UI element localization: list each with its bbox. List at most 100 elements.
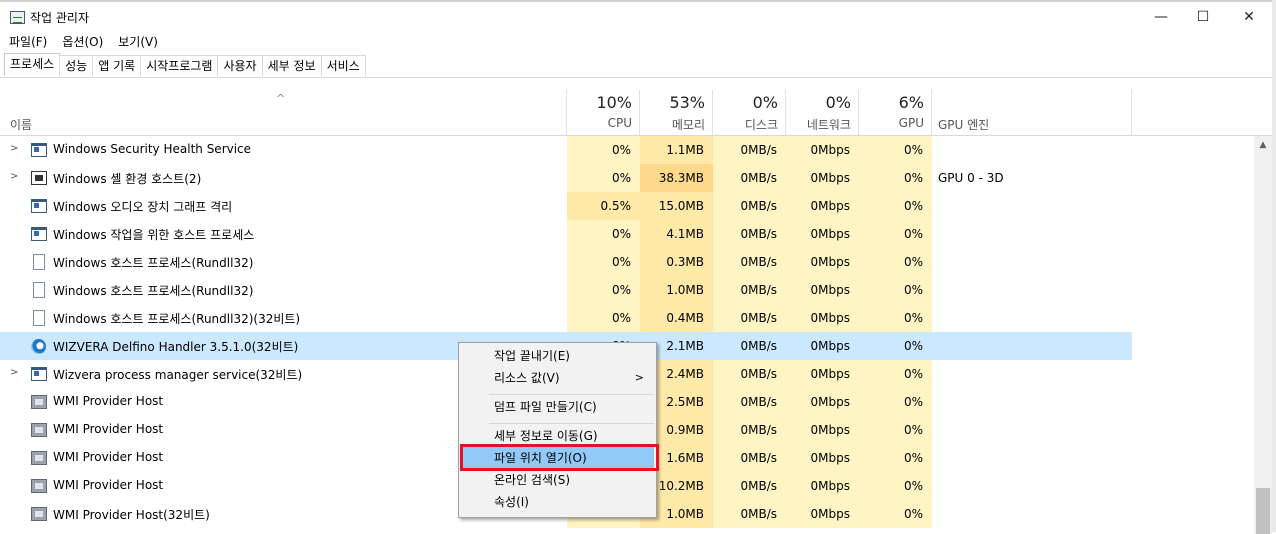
disk-total: 0% — [752, 93, 778, 112]
menu-search-online[interactable]: 온라인 검색(S) — [461, 469, 654, 491]
process-name: Windows Security Health Service — [53, 142, 252, 156]
gpu-cell: 0% — [859, 136, 932, 164]
close-button[interactable]: ✕ — [1226, 2, 1272, 32]
memory-cell: 38.3MB — [640, 164, 713, 192]
gpu-cell: 0% — [859, 304, 932, 332]
maximize-button[interactable]: ☐ — [1180, 2, 1226, 32]
menu-resource-values[interactable]: 리소스 값(V) > — [461, 367, 654, 389]
menu-separator — [489, 423, 654, 424]
column-memory[interactable]: 53% 메모리 — [639, 90, 713, 135]
disk-cell: 0MB/s — [713, 276, 786, 304]
gpu-cell: 0% — [859, 192, 932, 220]
menu-item-label: 작업 끝내기(E) — [494, 349, 570, 363]
expand-chevron-icon[interactable]: > — [10, 171, 18, 182]
network-cell: 0Mbps — [786, 500, 859, 528]
menu-create-dump-file[interactable]: 덤프 파일 만들기(C) — [461, 396, 654, 418]
menu-separator — [489, 394, 654, 395]
table-row[interactable]: Windows 호스트 프로세스(Rundll32) 0% 1.0MB 0MB/… — [0, 276, 1254, 304]
network-cell: 0Mbps — [786, 136, 859, 164]
submenu-arrow-icon: > — [634, 371, 644, 384]
document-icon — [33, 254, 45, 270]
scroll-up-arrow-icon[interactable]: ▲ — [1254, 136, 1272, 154]
menu-view[interactable]: 보기(V) — [109, 32, 164, 52]
memory-cell: 0.4MB — [640, 304, 713, 332]
cpu-cell: 0.5% — [567, 192, 640, 220]
network-cell: 0Mbps — [786, 192, 859, 220]
disk-cell: 0MB/s — [740, 339, 777, 353]
menu-file[interactable]: 파일(F) — [0, 32, 53, 52]
menu-item-label: 리소스 값(V) — [494, 371, 560, 385]
menu-properties[interactable]: 속성(I) — [461, 491, 654, 513]
column-gpu-engine[interactable]: GPU 엔진 — [938, 116, 989, 133]
table-row[interactable]: Windows 작업을 위한 호스트 프로세스 0% 4.1MB 0MB/s 0… — [0, 220, 1254, 248]
disk-cell: 0MB/s — [713, 304, 786, 332]
network-cell: 0Mbps — [786, 276, 859, 304]
column-gpu[interactable]: 6% GPU — [858, 90, 932, 135]
title-bar[interactable]: 작업 관리자 — ☐ ✕ — [0, 2, 1272, 32]
column-disk[interactable]: 0% 디스크 — [712, 90, 786, 135]
tab-divider — [0, 77, 1272, 78]
document-icon — [33, 282, 45, 298]
tab-users[interactable]: 사용자 — [217, 55, 263, 76]
tab-app-history[interactable]: 앱 기록 — [92, 55, 142, 76]
scroll-thumb[interactable] — [1256, 488, 1270, 534]
tab-details[interactable]: 세부 정보 — [261, 55, 322, 76]
network-cell: 0Mbps — [786, 164, 859, 192]
column-network[interactable]: 0% 네트워크 — [785, 90, 859, 135]
column-cpu[interactable]: 10% CPU — [566, 90, 640, 135]
process-name: Windows 셸 환경 호스트(2) — [53, 172, 202, 186]
expand-chevron-icon[interactable]: > — [10, 367, 18, 378]
task-manager-icon — [10, 11, 25, 24]
menu-bar: 파일(F) 옵션(O) 보기(V) — [0, 32, 164, 52]
vertical-scrollbar[interactable]: ▲ — [1254, 136, 1272, 534]
network-cell: 0Mbps — [786, 360, 859, 388]
disk-cell: 0MB/s — [713, 500, 786, 528]
menu-options[interactable]: 옵션(O) — [53, 32, 109, 52]
disk-label: 디스크 — [744, 118, 778, 132]
wmi-icon — [31, 395, 47, 409]
network-total: 0% — [825, 93, 851, 112]
disk-cell: 0MB/s — [713, 360, 786, 388]
window-icon — [31, 199, 47, 213]
menu-item-label: 덤프 파일 만들기(C) — [494, 400, 597, 414]
expand-chevron-icon[interactable]: > — [10, 143, 18, 154]
process-name: Wizvera process manager service(32비트) — [53, 368, 303, 382]
table-row[interactable]: > Windows 셸 환경 호스트(2) 0% 38.3MB 0MB/s 0M… — [0, 164, 1254, 192]
gpu-cell: 0% — [859, 164, 932, 192]
disk-cell: 0MB/s — [713, 220, 786, 248]
disk-cell: 0MB/s — [713, 248, 786, 276]
tab-startup[interactable]: 시작프로그램 — [140, 55, 219, 76]
tab-performance[interactable]: 성능 — [59, 55, 94, 76]
memory-total: 53% — [669, 93, 705, 112]
disk-cell: 0MB/s — [713, 416, 786, 444]
window-title: 작업 관리자 — [30, 11, 90, 25]
table-row[interactable]: > Windows Security Health Service 0% 1.1… — [0, 136, 1254, 164]
tab-services[interactable]: 서비스 — [320, 55, 366, 76]
menu-item-label: 속성(I) — [494, 495, 529, 509]
column-separator — [1131, 90, 1132, 135]
shell-icon — [31, 171, 47, 185]
minimize-button[interactable]: — — [1138, 2, 1184, 32]
disk-cell: 0MB/s — [713, 136, 786, 164]
tab-processes[interactable]: 프로세스 — [4, 53, 61, 76]
disk-cell: 0MB/s — [713, 164, 786, 192]
gpu-cell: 0% — [859, 276, 932, 304]
window-icon — [31, 143, 47, 157]
network-cell: 0Mbps — [786, 220, 859, 248]
network-cell: 0Mbps — [786, 388, 859, 416]
column-header: ^ 이름 10% CPU 53% 메모리 0% 디스크 0% 네트워크 6% G… — [0, 90, 1272, 136]
memory-cell: 4.1MB — [640, 220, 713, 248]
gpu-cell: 0% — [859, 360, 932, 388]
cpu-label: CPU — [607, 116, 632, 130]
context-menu: 작업 끝내기(E) 리소스 값(V) > 덤프 파일 만들기(C) 세부 정보로 … — [458, 342, 657, 518]
gpu-cell: 0% — [859, 472, 932, 500]
table-row[interactable]: Windows 호스트 프로세스(Rundll32) 0% 0.3MB 0MB/… — [0, 248, 1254, 276]
column-name[interactable]: 이름 — [10, 116, 32, 133]
process-name: WMI Provider Host(32비트) — [53, 508, 210, 522]
table-row[interactable]: Windows 오디오 장치 그래프 격리 0.5% 15.0MB 0MB/s … — [0, 192, 1254, 220]
menu-end-task[interactable]: 작업 끝내기(E) — [461, 345, 654, 367]
table-row[interactable]: Windows 호스트 프로세스(Rundll32)(32비트) 0% 0.4M… — [0, 304, 1254, 332]
process-name: WMI Provider Host — [53, 478, 164, 492]
annotation-highlight-box — [460, 444, 659, 471]
wmi-icon — [31, 423, 47, 437]
